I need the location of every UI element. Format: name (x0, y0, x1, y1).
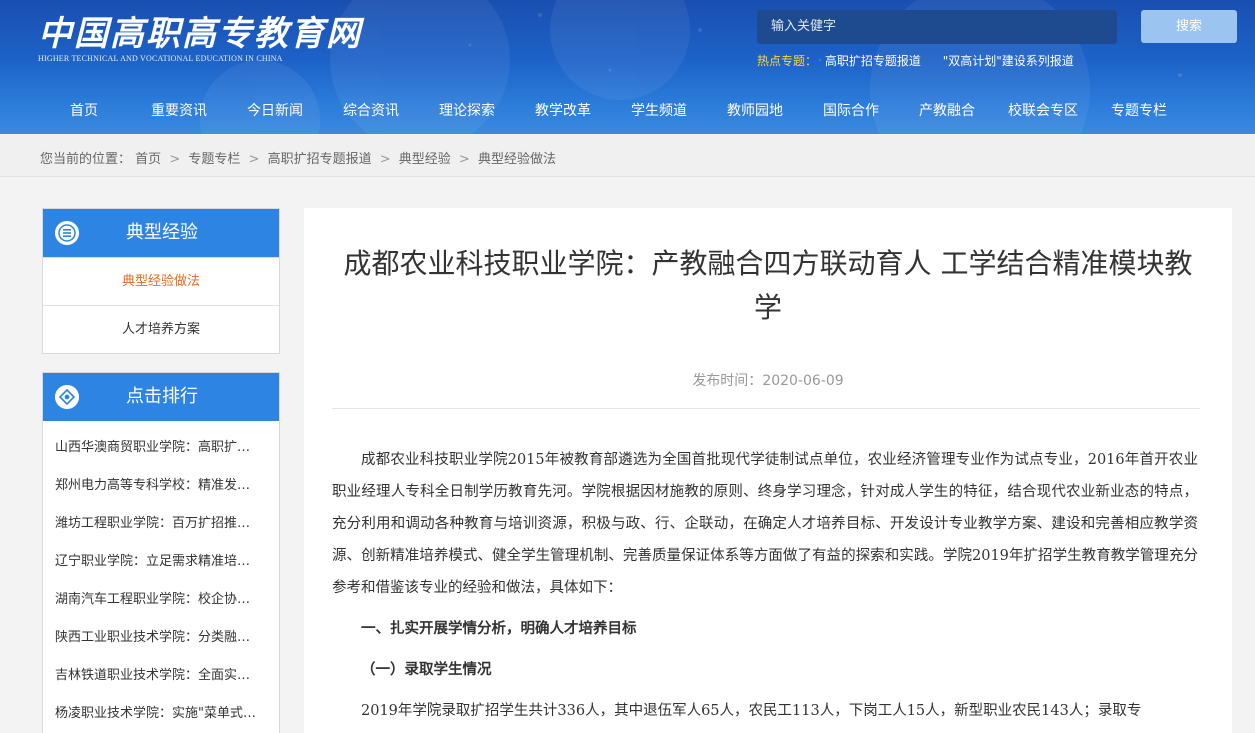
ranking-list: 山西华澳商贸职业学院：高职扩… 郑州电力高等专科学校：精准发… 潍坊工程职业学院… (43, 421, 279, 733)
breadcrumb-link[interactable]: 首页 (135, 152, 161, 167)
nav-item-students[interactable]: 学生频道 (631, 98, 687, 124)
article-paragraph: 2019年学院录取扩招学生共计336人，其中退伍军人65人，农民工113人，下岗… (361, 703, 1142, 719)
category-title: 典型经验 (126, 222, 198, 243)
article-body: 成都农业科技职业学院2015年被教育部遴选为全国首批现代学徒制试点单位，农业经济… (332, 444, 1198, 727)
nav-item-theory[interactable]: 理论探索 (439, 98, 495, 124)
ranking-item[interactable]: 山西华澳商贸职业学院：高职扩… (43, 429, 279, 467)
hot-topic-link[interactable]: "双高计划"建设系列报道 (943, 54, 1074, 68)
nav-item-teachers[interactable]: 教师园地 (727, 98, 783, 124)
breadcrumb-separator: > (169, 152, 181, 167)
nav-item-teaching-reform[interactable]: 教学改革 (535, 98, 591, 124)
nav-item-general-news[interactable]: 综合资讯 (343, 98, 399, 124)
nav-item-special-topics[interactable]: 专题专栏 (1111, 98, 1167, 124)
logo-chinese-text: 中国高职高专教育网 (38, 14, 362, 54)
category-header: 典型经验 (43, 209, 279, 257)
ranking-item[interactable]: 吉林铁道职业技术学院：全面实… (43, 657, 279, 695)
nav-item-important-news[interactable]: 重要资讯 (151, 98, 207, 124)
sidebar-item-typical-practice[interactable]: 典型经验做法 (43, 257, 279, 305)
nav-item-industry-education[interactable]: 产教融合 (919, 98, 975, 124)
ranking-box: 点击排行 山西华澳商贸职业学院：高职扩… 郑州电力高等专科学校：精准发… 潍坊工… (42, 372, 280, 733)
ranking-item[interactable]: 杨凌职业技术学院：实施"菜单式… (43, 695, 279, 733)
breadcrumb-separator: > (379, 152, 391, 167)
publish-info: 发布时间：2020-06-09 (304, 370, 1232, 390)
ranking-title: 点击排行 (126, 386, 198, 407)
breadcrumb-bar: 您当前的位置： 首页 > 专题专栏 > 高职扩招专题报道 > 典型经验 > 典型… (0, 134, 1255, 177)
nav-item-today-news[interactable]: 今日新闻 (247, 98, 303, 124)
nav-item-international[interactable]: 国际合作 (823, 98, 879, 124)
breadcrumb-separator: > (458, 152, 470, 167)
nav-item-home[interactable]: 首页 (70, 98, 98, 124)
search-button[interactable]: 搜索 (1141, 10, 1237, 43)
ranking-header: 点击排行 (43, 373, 279, 421)
breadcrumb-current[interactable]: 典型经验做法 (478, 152, 556, 167)
breadcrumb-link[interactable]: 高职扩招专题报道 (268, 152, 372, 167)
ranking-item[interactable]: 辽宁职业学院：立足需求精准培… (43, 543, 279, 581)
nav-item-alliance[interactable]: 校联会专区 (1008, 98, 1078, 124)
breadcrumb-separator: > (248, 152, 260, 167)
article-paragraph: 成都农业科技职业学院2015年被教育部遴选为全国首批现代学徒制试点单位，农业经济… (332, 452, 1198, 596)
breadcrumb-link[interactable]: 典型经验 (399, 152, 451, 167)
site-header: 中国高职高专教育网 HIGHER TECHNICAL AND VOCATIONA… (0, 0, 1255, 134)
hot-topic-link[interactable]: 高职扩招专题报道 (825, 54, 921, 68)
publish-label: 发布时间： (692, 373, 763, 389)
main-nav: 首页 重要资讯 今日新闻 综合资讯 理论探索 教学改革 学生频道 教师园地 国际… (0, 98, 1255, 124)
ranking-item[interactable]: 湖南汽车工程职业学院：校企协… (43, 581, 279, 619)
ranking-item[interactable]: 潍坊工程职业学院：百万扩招推… (43, 505, 279, 543)
sidebar-item-training-plan[interactable]: 人才培养方案 (43, 305, 279, 353)
breadcrumb-prefix: 您当前的位置： (40, 152, 132, 167)
hot-topics-label: 热点专题： (757, 54, 818, 68)
article-container: 成都农业科技职业学院：产教融合四方联动育人 工学结合精准模块教学 发布时间：20… (304, 208, 1232, 733)
article-title: 成都农业科技职业学院：产教融合四方联动育人 工学结合精准模块教学 (343, 247, 1193, 324)
site-logo[interactable]: 中国高职高专教育网 HIGHER TECHNICAL AND VOCATIONA… (38, 14, 362, 63)
search-input[interactable]: 输入关健字 (757, 10, 1117, 44)
breadcrumb: 您当前的位置： 首页 > 专题专栏 > 高职扩招专题报道 > 典型经验 > 典型… (40, 148, 556, 167)
logo-english-text: HIGHER TECHNICAL AND VOCATIONAL EDUCATIO… (38, 54, 283, 63)
hot-topics: 热点专题： 高职扩招专题报道 "双高计划"建设系列报道 (757, 52, 1092, 69)
category-box: 典型经验 典型经验做法 人才培养方案 (42, 208, 280, 354)
ranking-item[interactable]: 陕西工业职业技术学院：分类融… (43, 619, 279, 657)
breadcrumb-link[interactable]: 专题专栏 (188, 152, 240, 167)
publish-date: 2020-06-09 (762, 373, 844, 389)
title-divider (332, 408, 1200, 409)
article-subheading: （一）录取学生情况 (361, 662, 492, 678)
ranking-item[interactable]: 郑州电力高等专科学校：精准发… (43, 467, 279, 505)
article-heading: 一、扎实开展学情分析，明确人才培养目标 (361, 621, 637, 637)
